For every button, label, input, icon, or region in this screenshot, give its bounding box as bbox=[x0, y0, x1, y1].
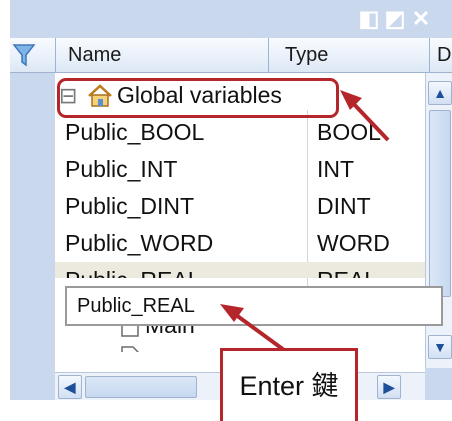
enter-key-callout: Enter 鍵 bbox=[220, 348, 358, 421]
arrow-to-global-variables bbox=[348, 98, 390, 142]
arrow-to-edit-box bbox=[230, 310, 286, 352]
